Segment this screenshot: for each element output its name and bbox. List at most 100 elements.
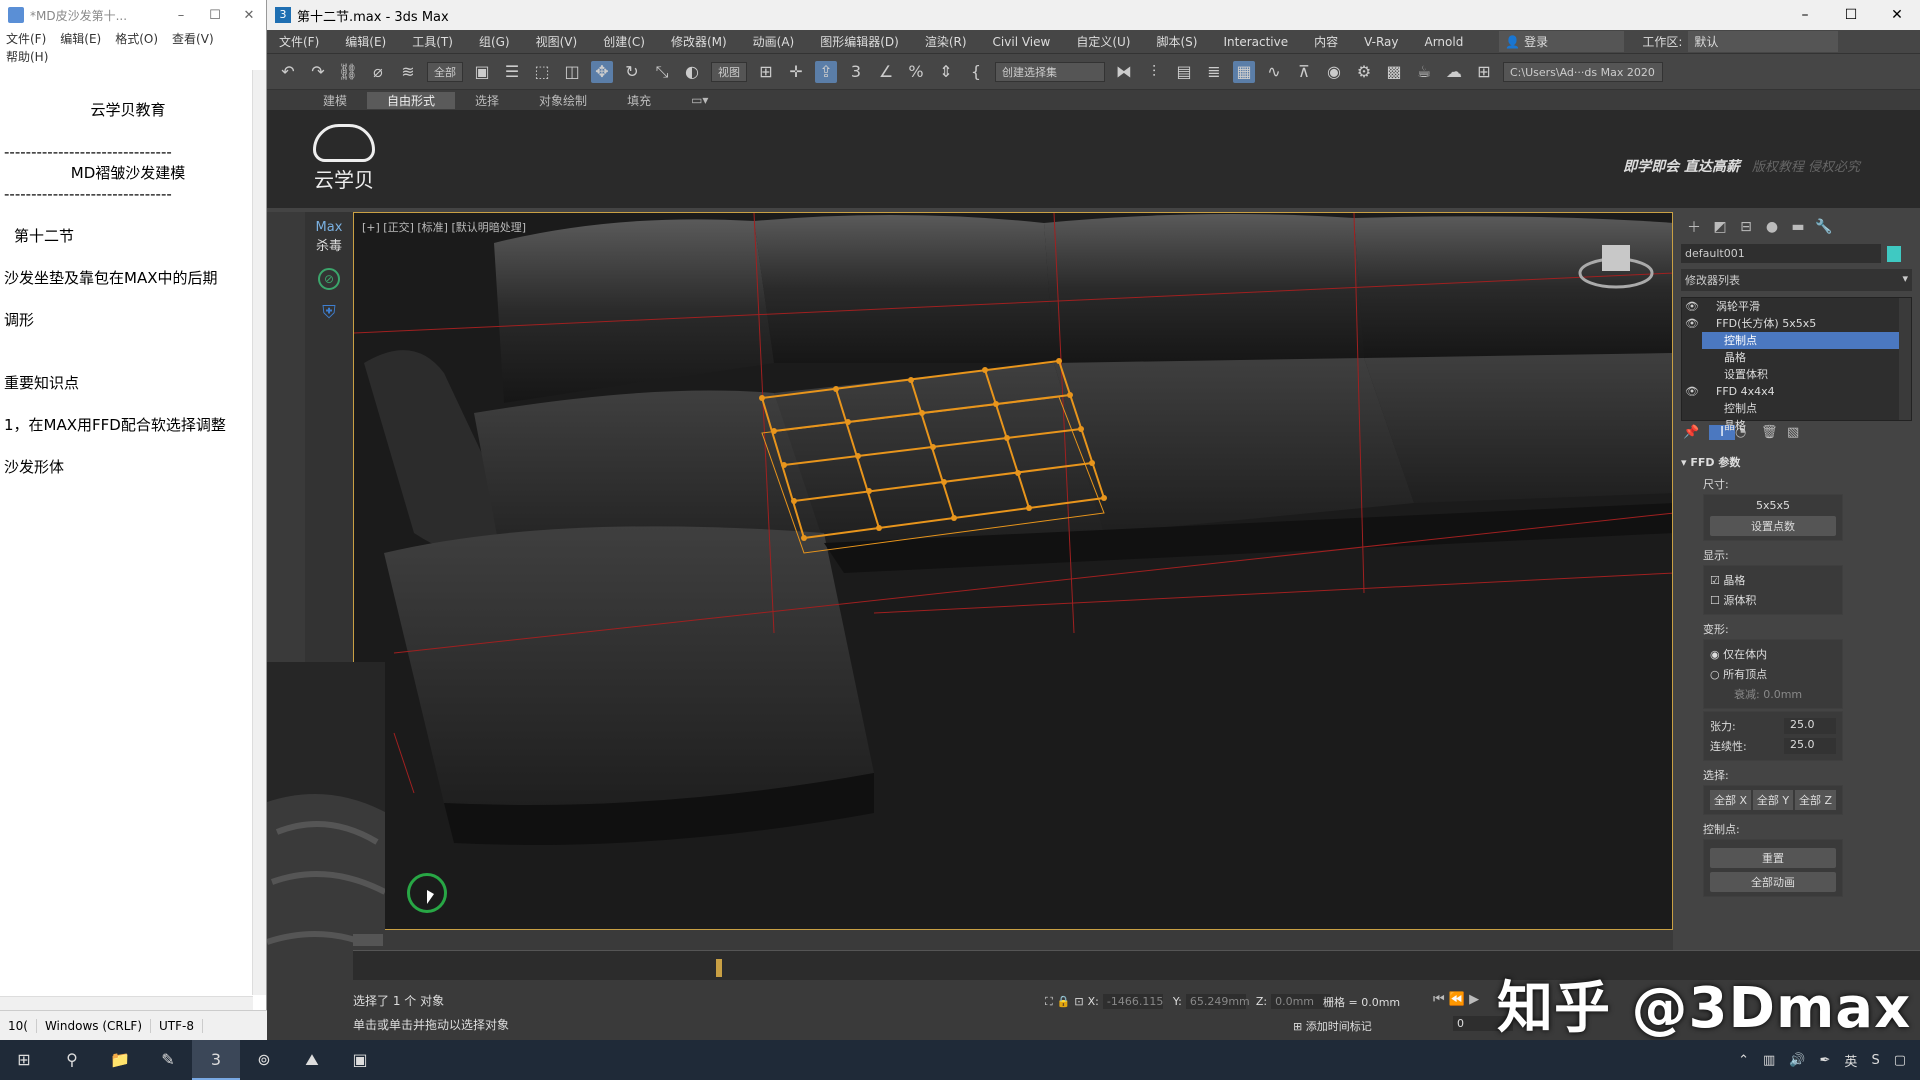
notepad-hscrollbar[interactable]	[0, 996, 253, 1010]
source-volume-checkbox[interactable]: ☐ 源体积	[1710, 590, 1836, 610]
scale-icon[interactable]: ⤡	[651, 61, 673, 83]
notepad-vscrollbar[interactable]	[252, 70, 266, 995]
select-manipulate-icon[interactable]: ✛	[785, 61, 807, 83]
select-by-name-icon[interactable]: ☰	[501, 61, 523, 83]
max-titlebar[interactable]: 3 第十二节.max - 3ds Max – ☐ ✕	[267, 0, 1920, 30]
3dsmax-taskbar-icon[interactable]: 3	[192, 1040, 240, 1080]
menu-item[interactable]: 组(G)	[479, 33, 510, 50]
ribbon-tab[interactable]: 对象绘制	[519, 92, 607, 109]
app-taskbar-icon[interactable]: ⛰	[288, 1040, 336, 1080]
modifier-stack-item[interactable]: 控制点	[1682, 332, 1911, 349]
eye-icon[interactable]: 👁	[1682, 298, 1702, 315]
pivot-icon[interactable]: ⊞	[755, 61, 777, 83]
notepad-taskbar-icon[interactable]: ✎	[144, 1040, 192, 1080]
workspace-dropdown[interactable]: 默认	[1688, 31, 1839, 52]
rotate-icon[interactable]: ↻	[621, 61, 643, 83]
menu-item[interactable]: 内容	[1314, 33, 1338, 50]
notepad-text-area[interactable]: 云学贝教育 ------------------------------- MD…	[4, 100, 252, 478]
add-time-tag[interactable]: ⊞ 添加时间标记	[1293, 1018, 1372, 1034]
modifier-stack-item[interactable]: 晶格	[1682, 349, 1911, 366]
maximize-button[interactable]: ☐	[198, 8, 232, 23]
tray-chevron-icon[interactable]: ⌃	[1738, 1053, 1749, 1068]
curve-editor-icon[interactable]: ∿	[1263, 61, 1285, 83]
align-icon[interactable]: ⫶	[1143, 61, 1165, 83]
modifier-stack[interactable]: 👁 涡轮平滑 👁 FFD(长方体) 5x5x5 控制点 晶格 设置体积 👁 FFD 4x4x4 控…	[1681, 297, 1912, 432]
ribbon-tab[interactable]: 建模	[303, 92, 367, 109]
place-icon[interactable]: ◐	[681, 61, 703, 83]
menu-item[interactable]: 编辑(E)	[345, 33, 386, 50]
set-points-button[interactable]: 设置点数	[1710, 516, 1836, 536]
material-editor-icon[interactable]: ◉	[1323, 61, 1345, 83]
inside-only-radio[interactable]: ◉ 仅在体内	[1710, 644, 1836, 664]
minimize-button[interactable]: –	[1782, 7, 1828, 23]
edit-named-sel-icon[interactable]: {	[965, 61, 987, 83]
object-name-field[interactable]: default001	[1681, 244, 1881, 263]
menu-item[interactable]: 脚本(S)	[1156, 33, 1197, 50]
angle-snap-icon[interactable]: ∠	[875, 61, 897, 83]
eye-icon[interactable]	[1682, 332, 1702, 349]
all-x-button[interactable]: 全部 X	[1710, 790, 1752, 810]
eye-icon[interactable]	[1682, 400, 1702, 417]
menu-item[interactable]: 工具(T)	[412, 33, 453, 50]
close-button[interactable]: ✕	[232, 8, 266, 23]
menu-item[interactable]: 视图(V)	[536, 33, 578, 50]
menu-format[interactable]: 格式(O)	[115, 30, 158, 48]
network-icon[interactable]: ▥	[1763, 1053, 1775, 1068]
app-taskbar-icon[interactable]: ⊚	[240, 1040, 288, 1080]
scan-icon[interactable]: ⊘	[318, 268, 340, 290]
rect-selection-icon[interactable]: ⬚	[531, 61, 553, 83]
absolute-mode-icon[interactable]: ⊡	[1074, 995, 1083, 1008]
scene-explorer-icon[interactable]: ▤	[1173, 61, 1195, 83]
keyboard-shortcut-icon[interactable]: ⇪	[815, 60, 837, 83]
close-button[interactable]: ✕	[1874, 7, 1920, 23]
ribbon-tab[interactable]: 选择	[455, 92, 519, 109]
move-icon[interactable]: ✥	[591, 60, 613, 83]
object-color-swatch[interactable]	[1887, 245, 1901, 262]
animate-all-button[interactable]: 全部动画	[1710, 872, 1836, 892]
modifier-stack-item[interactable]: 👁 FFD(长方体) 5x5x5	[1682, 315, 1911, 332]
minimize-button[interactable]: –	[164, 8, 198, 23]
menu-edit[interactable]: 编辑(E)	[60, 30, 101, 48]
eye-icon[interactable]	[1682, 349, 1702, 366]
input-language[interactable]: 英	[1844, 1051, 1857, 1070]
link-icon[interactable]: ⛓	[337, 61, 359, 83]
isolate-icon[interactable]: ⛶	[1045, 995, 1053, 1009]
x-coordinate[interactable]: -1466.115	[1102, 994, 1163, 1009]
spinner-snap-icon[interactable]: ⇕	[935, 61, 957, 83]
selection-filter-dropdown[interactable]: 全部	[427, 61, 463, 82]
unlink-icon[interactable]: ⌀	[367, 61, 389, 83]
eye-icon[interactable]: 👁	[1682, 315, 1702, 332]
ribbon-tab-active[interactable]: 自由形式	[367, 91, 456, 109]
login-button[interactable]: 👤 登录	[1499, 31, 1625, 52]
falloff-spinner[interactable]: 衰减: 0.0mm	[1710, 684, 1836, 704]
hierarchy-tab-icon[interactable]: ⊟	[1733, 219, 1759, 235]
select-object-icon[interactable]: ▣	[471, 61, 493, 83]
snap-toggle-icon[interactable]: 3	[845, 61, 867, 83]
render-frame-icon[interactable]: ▩	[1383, 61, 1405, 83]
modifier-stack-item[interactable]: 控制点	[1682, 400, 1911, 417]
viewport-scrollbar[interactable]	[353, 930, 1673, 950]
render-icon[interactable]: ☕	[1413, 61, 1435, 83]
start-icon[interactable]: ⊞	[0, 1040, 48, 1080]
utilities-tab-icon[interactable]: 🔧	[1811, 219, 1837, 235]
time-slider-key[interactable]	[716, 959, 722, 977]
eye-icon[interactable]	[1682, 366, 1702, 383]
playback-controls[interactable]: ⏮ ⏪ ▶	[1433, 992, 1479, 1007]
menu-help[interactable]: 帮助(H)	[6, 48, 48, 66]
lock-icon[interactable]: 🔒	[1057, 995, 1071, 1008]
all-y-button[interactable]: 全部 Y	[1752, 790, 1794, 810]
menu-item[interactable]: 文件(F)	[279, 33, 319, 50]
shield-icon[interactable]: ⛨	[318, 302, 340, 324]
search-icon[interactable]: ⚲	[48, 1040, 96, 1080]
percent-snap-icon[interactable]: %	[905, 61, 927, 83]
reset-button[interactable]: 重置	[1710, 848, 1836, 868]
menu-file[interactable]: 文件(F)	[6, 30, 46, 48]
perspective-viewport[interactable]: [+] [正交] [标准] [默认明暗处理]	[353, 212, 1673, 930]
menu-item[interactable]: Civil View	[993, 35, 1051, 49]
render-setup-icon[interactable]: ⚙	[1353, 61, 1375, 83]
mirror-icon[interactable]: ⧓	[1113, 61, 1135, 83]
eye-icon[interactable]: 👁	[1682, 383, 1702, 400]
menu-item[interactable]: Arnold	[1425, 35, 1464, 49]
pen-icon[interactable]: ✒	[1820, 1053, 1831, 1068]
lattice-checkbox[interactable]: ☑ 晶格	[1710, 570, 1836, 590]
